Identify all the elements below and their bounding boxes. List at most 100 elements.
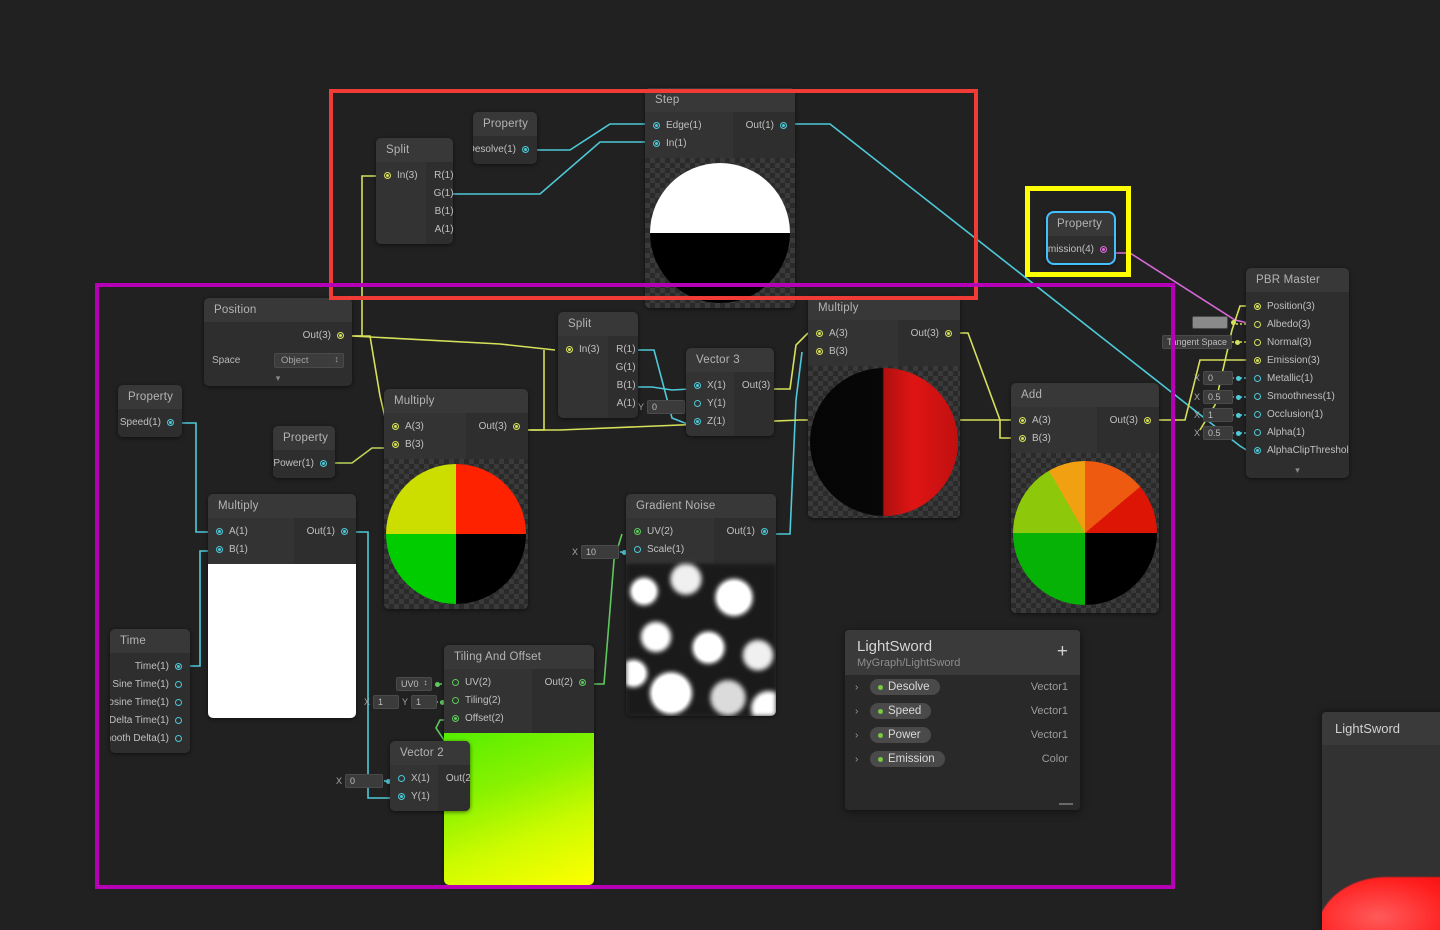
field-value[interactable]: 0 [647, 400, 686, 414]
port-out-delta[interactable]: Delta Time(1) [110, 711, 190, 729]
port-in-x[interactable]: X(1) [390, 769, 438, 787]
node-split-mid[interactable]: Split In(3) R(1) G(1) B(1) A(1) [558, 312, 638, 418]
node-vector3[interactable]: Vector 3 X(1) Y(1) Z(1) Out(3) [686, 348, 774, 436]
port-in-1[interactable]: In(3) [558, 340, 608, 358]
port-dot-icon[interactable] [513, 422, 520, 430]
port-dot-icon[interactable] [337, 331, 344, 339]
port-dot-icon[interactable] [452, 678, 459, 686]
node-add[interactable]: Add A(3) B(3) Out(3) [1011, 383, 1159, 613]
node-vector2[interactable]: Vector 2 X(1) Y(1) Out(2) [390, 741, 470, 811]
port-dot-icon[interactable] [1254, 320, 1261, 328]
port-dot-icon[interactable] [1254, 374, 1261, 382]
field-vector2-x[interactable]: X 0 [336, 774, 392, 788]
port-out-power[interactable]: Power(1) [273, 454, 335, 472]
node-step[interactable]: Step Edge(1) In(1) Out(1) [645, 88, 795, 308]
field-value[interactable]: 0.5 [1203, 390, 1234, 404]
port-out-g[interactable]: G(1) [608, 358, 638, 376]
albedo-color-swatch[interactable] [1192, 316, 1228, 329]
port-out-1[interactable]: Out(3) [1097, 411, 1159, 429]
expand-chevron-icon[interactable]: › [855, 706, 865, 717]
port-out-emission[interactable]: Emission(4) [1047, 240, 1115, 258]
port-in-occlusion[interactable]: Occlusion(1) [1246, 405, 1349, 423]
node-multiply-vector[interactable]: Multiply A(3) B(3) Out(3) [384, 389, 528, 609]
port-dot-icon[interactable] [694, 399, 701, 407]
port-out-b[interactable]: B(1) [608, 376, 638, 394]
port-out-1[interactable]: Out(1) [714, 522, 776, 540]
port-out-1[interactable]: R(1) [426, 166, 453, 184]
port-in-edge[interactable]: Edge(1) [645, 116, 733, 134]
port-dot-icon[interactable] [1254, 338, 1261, 346]
port-dot-icon[interactable] [175, 716, 182, 724]
port-dot-icon[interactable] [1019, 434, 1026, 442]
port-out-1[interactable]: Out(3) [898, 324, 960, 342]
port-dot-icon[interactable] [780, 121, 787, 129]
field-master-albedo-color[interactable] [1192, 316, 1236, 329]
port-dot-icon[interactable] [216, 545, 223, 553]
field-tiling-uv[interactable]: UV0 [396, 677, 440, 691]
port-in-in[interactable]: In(1) [645, 134, 733, 152]
blackboard-panel[interactable]: LightSword MyGraph/LightSword + › Desolv… [845, 630, 1080, 810]
expand-chevron-icon[interactable]: › [855, 754, 865, 765]
port-out-1[interactable]: Out(1) [733, 116, 795, 134]
expand-chevron-icon[interactable]: › [855, 682, 865, 693]
port-out-cosine[interactable]: Cosine Time(1) [110, 693, 190, 711]
port-out-1[interactable]: Out(3) [734, 376, 774, 394]
port-dot-icon[interactable] [1254, 356, 1261, 364]
port-in-scale[interactable]: Scale(1) [626, 540, 714, 558]
port-dot-icon[interactable] [634, 545, 641, 553]
field-value[interactable]: 0.5 [1203, 426, 1234, 440]
blackboard-row-speed[interactable]: › Speed Vector1 [845, 699, 1080, 723]
port-in-a[interactable]: A(3) [384, 417, 466, 435]
node-pbr-master[interactable]: PBR Master Position(3) Albedo(3) Normal(… [1246, 268, 1349, 478]
port-in-uv[interactable]: UV(2) [626, 522, 714, 540]
port-dot-icon[interactable] [392, 440, 399, 448]
port-in-y[interactable]: Y(1) [686, 394, 734, 412]
field-master-alpha[interactable]: X 0.5 [1194, 426, 1242, 440]
port-out-desolve[interactable]: Desolve(1) [473, 140, 537, 158]
port-dot-icon[interactable] [945, 329, 952, 337]
port-dot-icon[interactable] [694, 381, 701, 389]
shader-graph-canvas[interactable]: Split In(3) R(1) G(1) B(1) A(1) Property… [0, 0, 1440, 930]
port-out-speed[interactable]: Speed(1) [118, 413, 182, 431]
port-in-uv[interactable]: UV(2) [444, 673, 532, 691]
port-in-albedo[interactable]: Albedo(3) [1246, 315, 1349, 333]
port-dot-icon[interactable] [1019, 416, 1026, 424]
port-dot-icon[interactable] [761, 527, 768, 535]
port-out-1[interactable]: Out(3) [466, 417, 528, 435]
port-dot-icon[interactable] [816, 347, 823, 355]
port-in-position[interactable]: Position(3) [1246, 297, 1349, 315]
field-value[interactable]: 0 [345, 774, 384, 788]
blackboard-row-desolve[interactable]: › Desolve Vector1 [845, 675, 1080, 699]
port-dot-icon[interactable] [653, 121, 660, 129]
port-in-alphaclip[interactable]: AlphaClipThreshold(1) [1246, 441, 1349, 459]
port-dot-icon[interactable] [634, 527, 641, 535]
port-in-y[interactable]: Y(1) [390, 787, 438, 805]
port-in-metallic[interactable]: Metallic(1) [1246, 369, 1349, 387]
port-dot-icon[interactable] [1144, 416, 1151, 424]
add-property-button[interactable]: + [1057, 642, 1068, 661]
port-dot-icon[interactable] [175, 698, 182, 706]
port-dot-icon[interactable] [398, 792, 405, 800]
field-master-normal-space[interactable]: Tangent Space [1162, 335, 1241, 349]
master-preview-window[interactable]: LightSword [1322, 712, 1440, 930]
expand-chevron-icon[interactable]: › [855, 730, 865, 741]
port-in-offset[interactable]: Offset(2) [444, 709, 532, 727]
port-in-tiling[interactable]: Tiling(2) [444, 691, 532, 709]
port-out-4[interactable]: A(1) [426, 220, 453, 238]
port-in-a[interactable]: A(3) [808, 324, 898, 342]
node-position[interactable]: Position Out(3) Space Object ▾ [204, 298, 352, 386]
field-vector3-y[interactable]: Y 0 [638, 400, 694, 414]
port-in-a[interactable]: A(1) [208, 522, 294, 540]
port-dot-icon[interactable] [167, 418, 174, 426]
port-out-a[interactable]: A(1) [608, 394, 638, 412]
field-noise-scale[interactable]: X 10 [572, 545, 628, 559]
port-dot-icon[interactable] [452, 696, 459, 704]
port-dot-icon[interactable] [1254, 392, 1261, 400]
node-property-desolve[interactable]: Property Desolve(1) [473, 112, 537, 164]
node-multiply-time[interactable]: Multiply A(1) B(1) Out(1) [208, 494, 356, 718]
port-in-1[interactable]: In(3) [376, 166, 426, 184]
port-in-b[interactable]: B(3) [1011, 429, 1097, 447]
field-master-smoothness[interactable]: X 0.5 [1194, 390, 1242, 404]
port-out-position[interactable]: Out(3) [204, 326, 352, 344]
port-out-1[interactable]: Out(1) [294, 522, 356, 540]
